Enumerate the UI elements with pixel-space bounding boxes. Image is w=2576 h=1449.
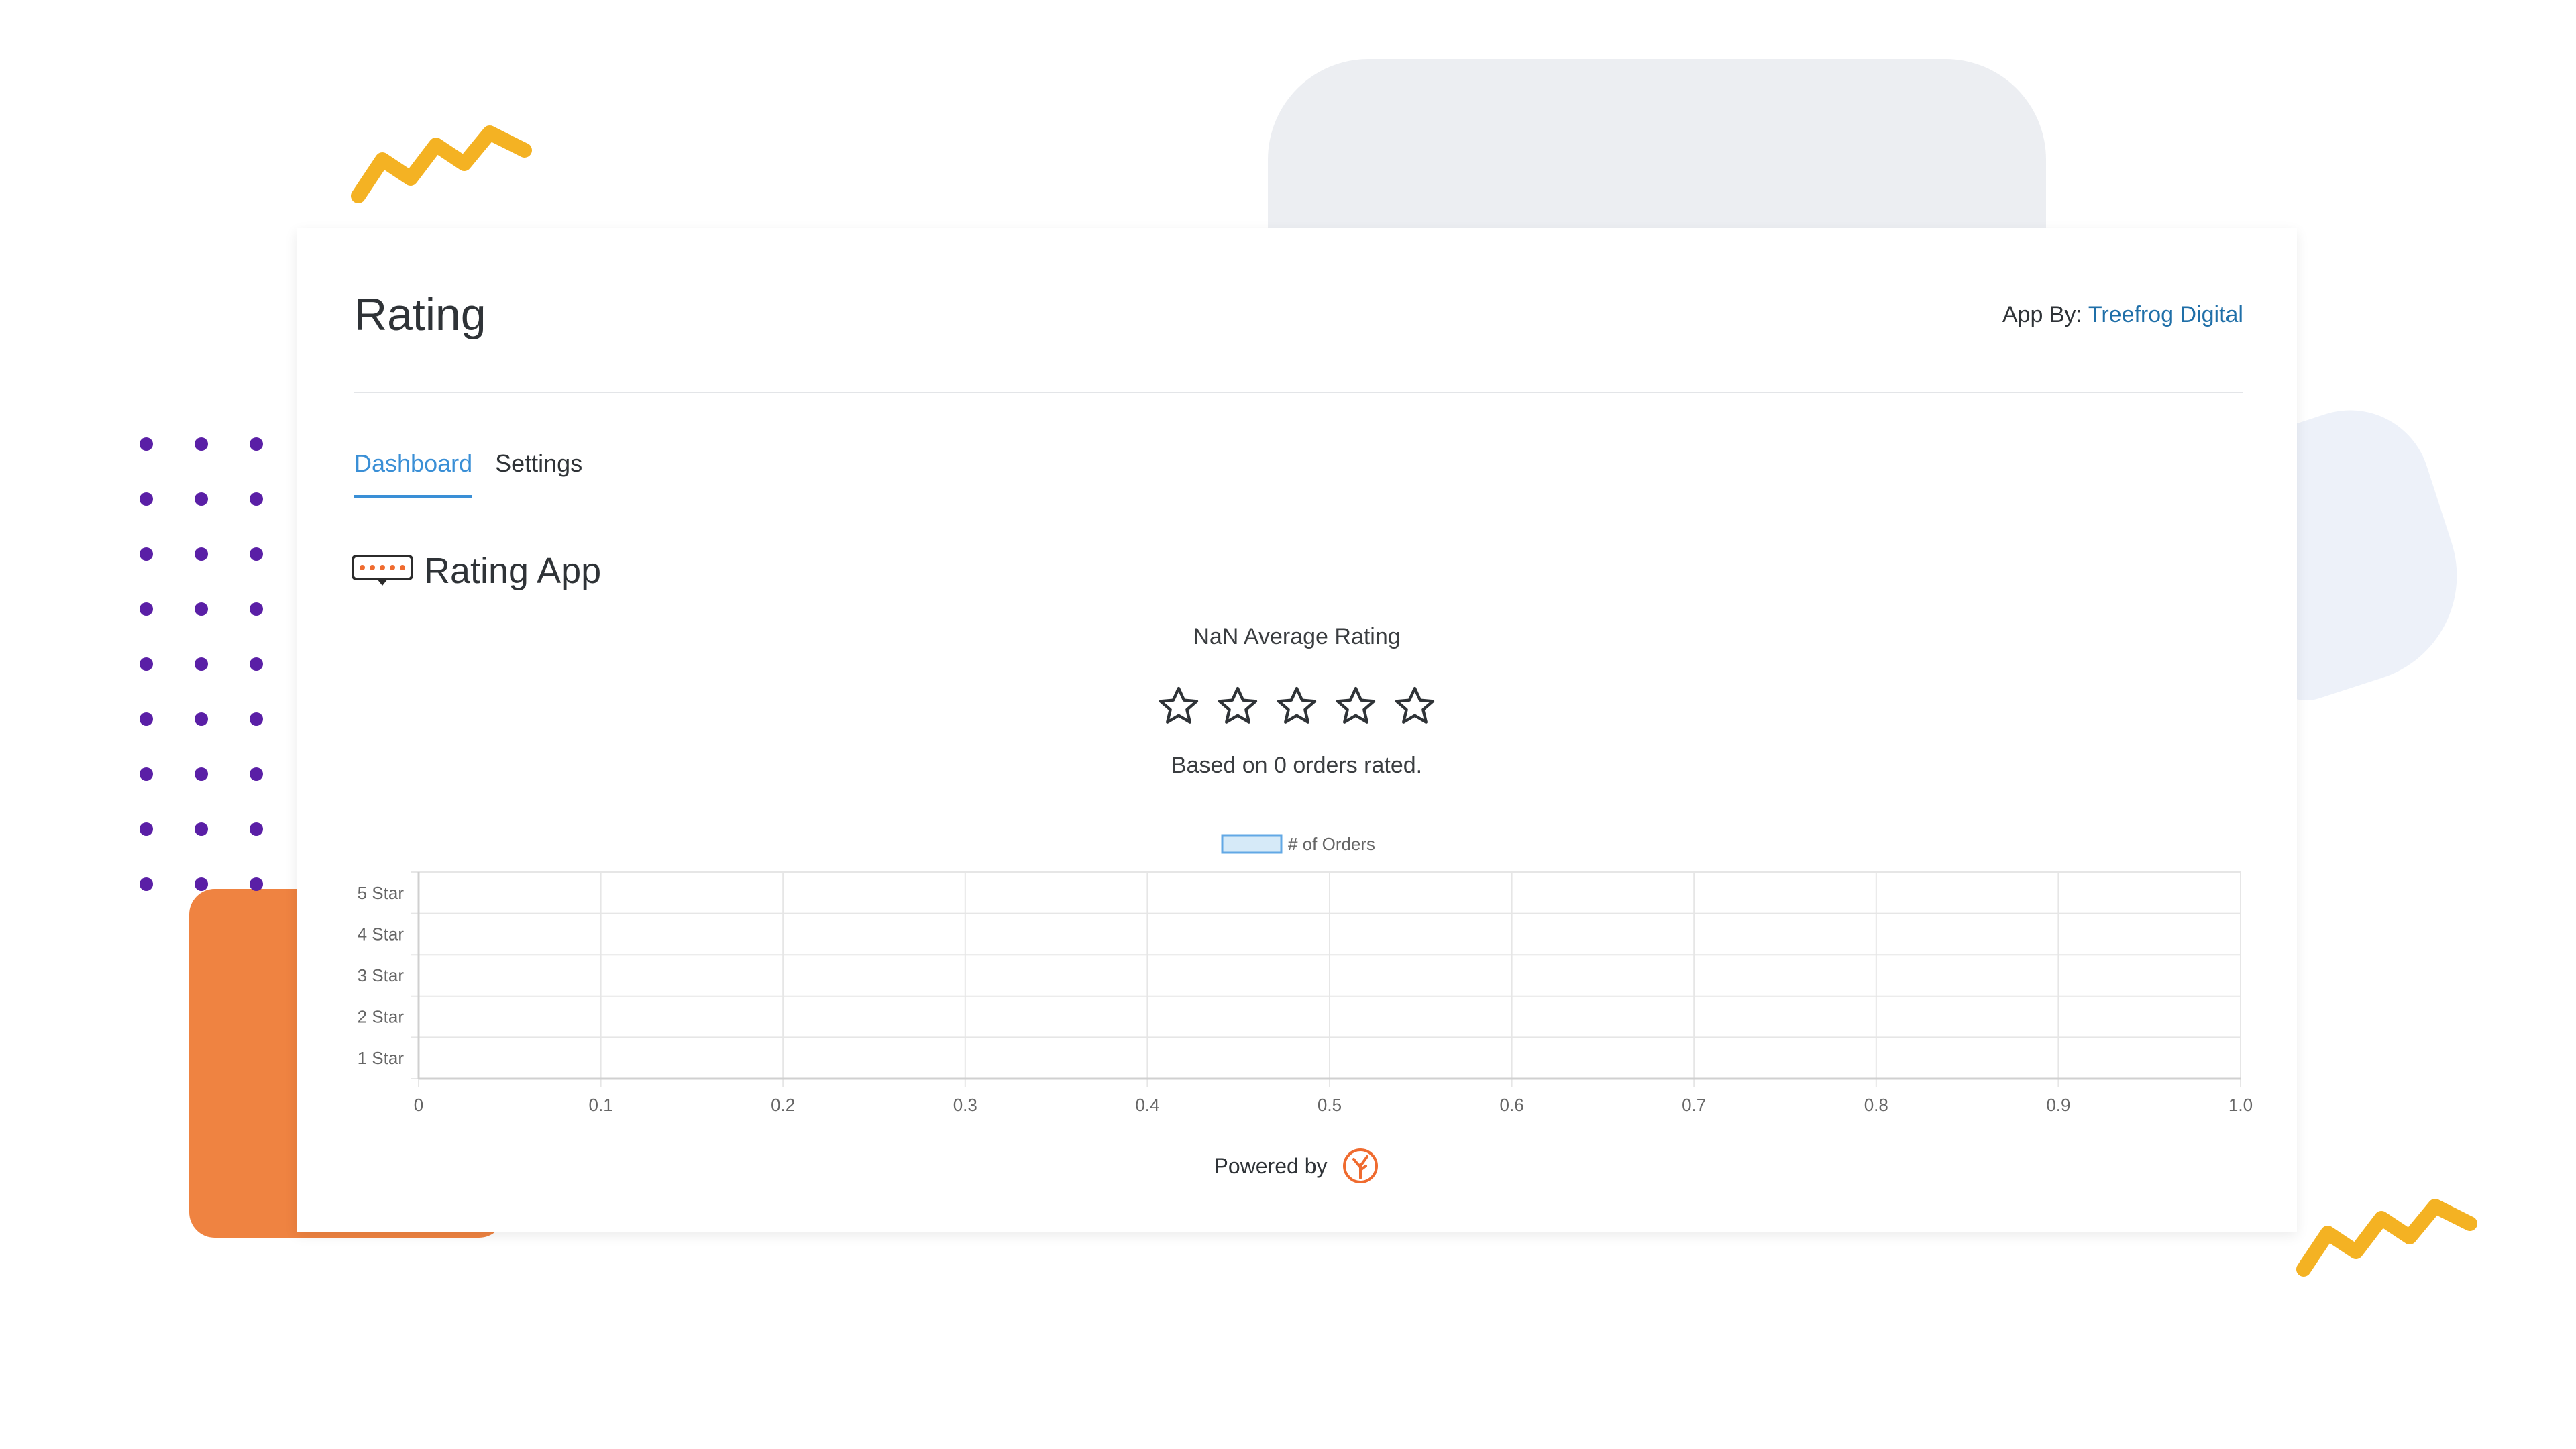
decor-dot [140, 657, 153, 671]
decor-dot [140, 492, 153, 506]
x-tick-label: 0.1 [589, 1095, 613, 1115]
y-tick-label: 4 Star [358, 924, 405, 944]
decor-dot [140, 767, 153, 781]
decor-dot [195, 822, 208, 836]
decor-dot [250, 492, 263, 506]
star-icon [1218, 686, 1258, 724]
decor-dot [140, 822, 153, 836]
ratings-bar-chart: # of Orders 0 0.1 0.2 0.3 0.4 0.5 0.6 0.7 0.8 0.9 1… [358, 834, 2253, 1115]
orders-rated-text: Based on 0 orders rated. [1171, 753, 1423, 778]
decor-dot [250, 437, 263, 451]
decor-dot [195, 602, 208, 616]
decor-dot [250, 602, 263, 616]
star-icon [1159, 686, 1199, 724]
app-name: Rating App [424, 551, 602, 591]
decor-dot [195, 712, 208, 726]
powered-by-label: Powered by [1214, 1153, 1328, 1178]
tab-bar: Dashboard Settings [354, 449, 582, 498]
decor-dot [140, 547, 153, 561]
app-by-label: App By: [2002, 302, 2082, 327]
x-tick-label: 0.7 [1682, 1095, 1706, 1115]
average-rating-text: NaN Average Rating [1193, 624, 1401, 649]
decor-dot [250, 712, 263, 726]
x-tick-label: 0 [414, 1095, 423, 1115]
x-tick-label: 0.2 [771, 1095, 795, 1115]
tab-settings[interactable]: Settings [495, 449, 582, 498]
decor-dot [250, 547, 263, 561]
decor-dot [195, 767, 208, 781]
treefrog-logo-icon[interactable] [1342, 1147, 1379, 1185]
decor-dot-grid [140, 437, 263, 891]
y-tick-label: 2 Star [358, 1007, 405, 1027]
star-icon [1277, 686, 1317, 724]
decor-dot [250, 767, 263, 781]
legend-label: # of Orders [1288, 834, 1375, 854]
star-rating [297, 684, 2297, 729]
x-tick-label: 0.6 [1500, 1095, 1524, 1115]
decor-dot [140, 712, 153, 726]
legend-swatch [1221, 834, 1283, 854]
app-panel: Rating App By: Treefrog Digital Dashboar… [297, 228, 2297, 1232]
star-icon [1395, 686, 1435, 724]
x-tick-label: 0.8 [1864, 1095, 1888, 1115]
x-tick-label: 0.5 [1318, 1095, 1342, 1115]
y-tick-label: 3 Star [358, 965, 405, 985]
tab-dashboard[interactable]: Dashboard [354, 449, 473, 498]
x-tick-label: 0.9 [2046, 1095, 2070, 1115]
ratings-chart: # of Orders 0 0.1 0.2 0.3 0.4 0.5 0.6 0.7 0.8 0.9 1… [297, 805, 2297, 1154]
decor-zigzag-bottom-right [2296, 1199, 2477, 1277]
decor-dot [195, 877, 208, 891]
decor-dot [195, 437, 208, 451]
decor-zigzag-top-left [351, 125, 532, 203]
star-icon [1336, 686, 1376, 724]
decor-dot [195, 657, 208, 671]
rating-badge-icon [352, 555, 413, 586]
page-title: Rating [354, 289, 486, 340]
x-tick-label: 0.4 [1135, 1095, 1159, 1115]
powered-by: Powered by [297, 1147, 2297, 1185]
developer-link[interactable]: Treefrog Digital [2088, 302, 2243, 327]
app-heading: Rating App [350, 550, 601, 592]
y-tick-label: 5 Star [358, 883, 405, 903]
decor-dot [195, 547, 208, 561]
decor-dot [140, 877, 153, 891]
decor-dot [250, 822, 263, 836]
app-by: App By: Treefrog Digital [2002, 302, 2243, 328]
decor-dot [250, 657, 263, 671]
x-tick-label: 0.3 [953, 1095, 977, 1115]
y-tick-label: 1 Star [358, 1048, 405, 1068]
header-divider [354, 392, 2243, 393]
decor-dot [140, 437, 153, 451]
decor-dot [250, 877, 263, 891]
decor-dot [140, 602, 153, 616]
decor-dot [195, 492, 208, 506]
x-tick-label: 1.0 [2229, 1095, 2253, 1115]
